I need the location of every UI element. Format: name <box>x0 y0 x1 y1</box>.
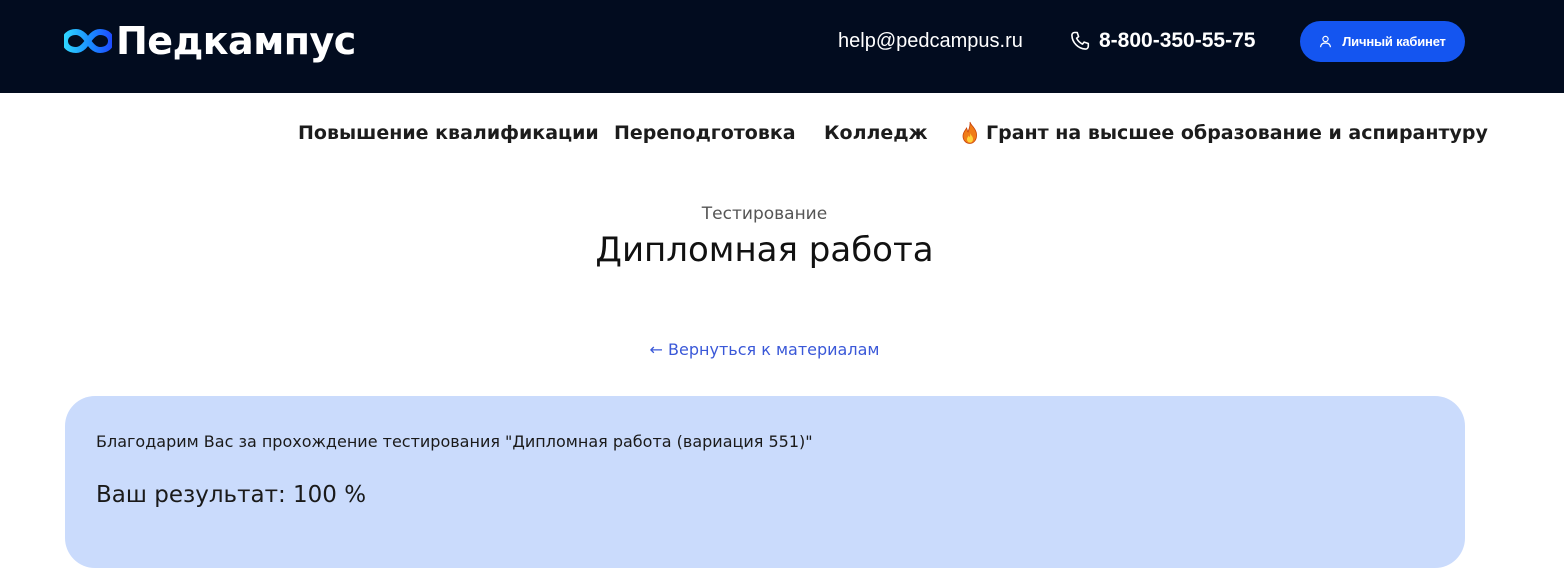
page-subtitle: Тестирование <box>701 204 828 224</box>
user-icon <box>1320 35 1332 48</box>
logo-link[interactable]: Педкампус <box>64 20 356 62</box>
nav-item-qualification[interactable]: Повышение квалификации <box>298 120 599 146</box>
infinity-logo-icon <box>64 29 112 53</box>
personal-cabinet-label: Личный кабинет <box>1342 34 1446 49</box>
phone-link[interactable]: 8-800-350-55-75 <box>1068 28 1255 54</box>
support-email-link[interactable]: help@pedcampus.ru <box>838 29 1023 53</box>
phone-icon <box>1071 31 1090 50</box>
back-to-materials-link[interactable]: ← Вернуться к материалам <box>0 339 1529 361</box>
site-header: Педкампус help@pedcampus.ru 8-800-350-55… <box>0 0 1564 93</box>
result-card: Благодарим Вас за прохождение тестирован… <box>65 396 1465 568</box>
nav-item-college[interactable]: Колледж <box>824 120 928 146</box>
personal-cabinet-button[interactable]: Личный кабинет <box>1300 21 1465 62</box>
phone-number: 8-800-350-55-75 <box>1099 29 1256 52</box>
logo-text: Педкампус <box>116 19 356 63</box>
nav-item-grant-label: Грант на высшее образование и аспирантур… <box>986 122 1488 144</box>
nav-item-retraining[interactable]: Переподготовка <box>614 120 796 146</box>
page-title: Дипломная работа <box>595 230 934 270</box>
test-score: Ваш результат: 100 % <box>96 482 367 508</box>
fire-icon <box>962 121 977 144</box>
thanks-message: Благодарим Вас за прохождение тестирован… <box>96 432 813 451</box>
nav-item-grant[interactable]: Грант на высшее образование и аспирантур… <box>960 120 1488 146</box>
